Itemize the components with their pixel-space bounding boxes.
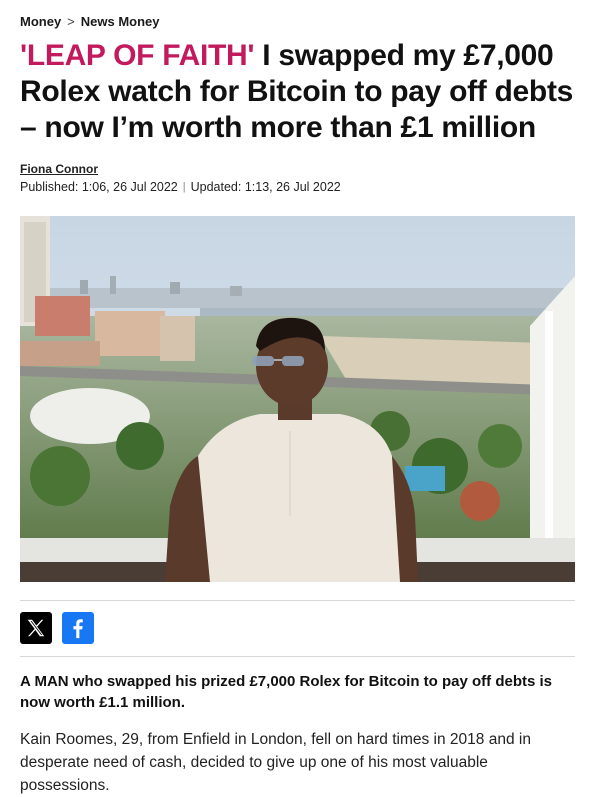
- breadcrumb-separator: >: [67, 14, 75, 29]
- share-bar: [20, 612, 94, 644]
- breadcrumb: Money > News Money: [20, 14, 160, 29]
- hero-image[interactable]: [20, 216, 575, 582]
- share-bottom-divider: [20, 656, 575, 657]
- breadcrumb-money-link[interactable]: Money: [20, 14, 61, 29]
- share-x-button[interactable]: [20, 612, 52, 644]
- article-headline: 'LEAP OF FAITH' I swapped my £7,000 Role…: [20, 38, 580, 146]
- x-logo-icon: [27, 619, 45, 637]
- article-dates: Published: 1:06, 26 Jul 2022 | Updated: …: [20, 180, 341, 194]
- share-top-divider: [20, 600, 575, 601]
- published-date: Published: 1:06, 26 Jul 2022: [20, 180, 178, 194]
- author-link[interactable]: Fiona Connor: [20, 162, 98, 176]
- date-divider: |: [182, 181, 186, 193]
- breadcrumb-news-money-link[interactable]: News Money: [81, 14, 160, 29]
- updated-date: Updated: 1:13, 26 Jul 2022: [190, 180, 341, 194]
- article-lede: A MAN who swapped his prized £7,000 Role…: [20, 673, 553, 711]
- article-paragraph: Kain Roomes, 29, from Enfield in London,…: [20, 731, 531, 794]
- article-page: Money > News Money 'LEAP OF FAITH' I swa…: [0, 0, 594, 794]
- facebook-logo-icon: [73, 619, 83, 639]
- hero-photo-illustration: [20, 216, 575, 582]
- headline-kicker: 'LEAP OF FAITH': [20, 39, 255, 72]
- share-facebook-button[interactable]: [62, 612, 94, 644]
